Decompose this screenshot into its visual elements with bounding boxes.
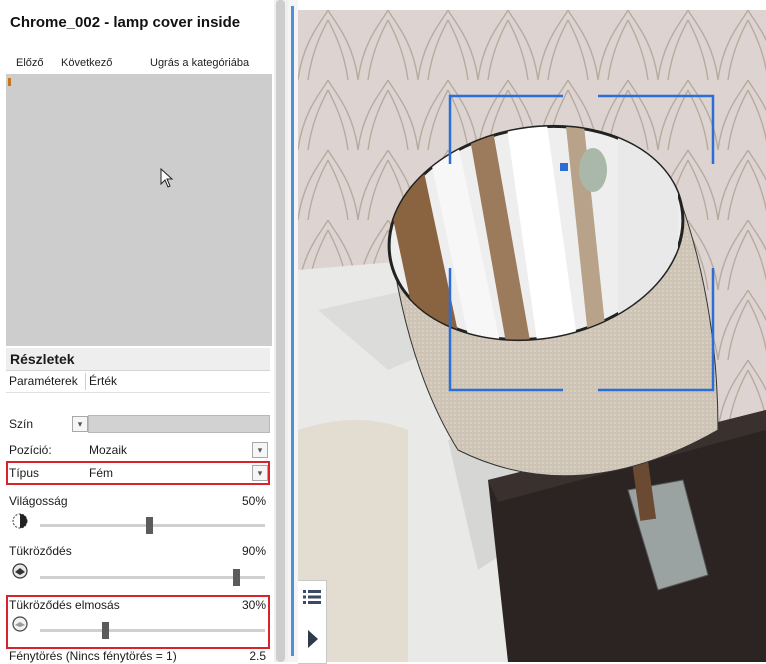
column-parameters: Paraméterek	[9, 374, 78, 388]
splitter-accent	[291, 6, 294, 656]
brightness-icon	[12, 513, 28, 529]
column-divider[interactable]	[85, 373, 86, 390]
material-nav: Előző Következő Ugrás a kategóriába	[8, 57, 272, 73]
panel-scrollbar-thumb[interactable]	[276, 0, 285, 662]
material-preview[interactable]	[6, 74, 272, 346]
prev-link[interactable]: Előző	[16, 57, 44, 69]
refraction-label: Fénytörés (Nincs fénytörés = 1)	[9, 649, 177, 663]
color-dropdown-button[interactable]: ▾	[72, 416, 88, 432]
color-row: Szín ▾	[6, 414, 270, 434]
position-value: Mozaik	[89, 443, 128, 457]
chevron-down-icon: ▾	[77, 419, 83, 429]
type-highlight-box	[6, 461, 270, 485]
brightness-label: Világosság	[9, 494, 68, 508]
details-header: Részletek	[6, 348, 270, 371]
chevron-down-icon: ▾	[257, 445, 263, 455]
reflection-icon	[12, 563, 28, 579]
play-icon[interactable]	[307, 629, 319, 649]
3d-viewport[interactable]	[298, 10, 766, 662]
panel-splitter[interactable]	[288, 0, 298, 662]
details-column-header: Paraméterek Érték	[6, 371, 270, 393]
list-icon[interactable]	[303, 589, 321, 605]
panel-scrollbar[interactable]	[274, 0, 288, 662]
brightness-percent: 50%	[241, 494, 266, 508]
details-heading: Részletek	[10, 351, 75, 367]
reflection-percent: 90%	[241, 544, 266, 558]
reflection-blur-highlight-box	[6, 595, 270, 649]
brightness-slider-thumb[interactable]	[145, 517, 153, 534]
position-row[interactable]: Pozíció: Mozaik ▾	[6, 440, 270, 460]
brightness-track[interactable]	[40, 524, 265, 527]
color-label: Szín	[9, 417, 34, 431]
column-value: Érték	[89, 374, 118, 388]
selection-handle[interactable]	[560, 163, 568, 171]
reflection-label: Tükröződés	[9, 544, 72, 558]
reflection-slider-thumb[interactable]	[233, 569, 241, 586]
refraction-value: 2.5	[249, 649, 266, 663]
side-tool-strip	[298, 580, 327, 664]
position-label: Pozíció:	[9, 443, 52, 457]
material-title: Chrome_002 - lamp cover inside	[10, 14, 241, 31]
preview-corner-mark	[8, 78, 11, 86]
color-swatch[interactable]	[88, 415, 270, 433]
material-panel: Chrome_002 - lamp cover inside Előző Köv…	[0, 0, 274, 663]
next-link[interactable]: Következő	[61, 57, 112, 69]
reflection-track[interactable]	[40, 576, 265, 579]
jump-to-category-link[interactable]: Ugrás a kategóriába	[150, 57, 249, 69]
cursor-arrow-icon	[160, 168, 174, 188]
position-dropdown-button[interactable]: ▾	[252, 442, 268, 458]
